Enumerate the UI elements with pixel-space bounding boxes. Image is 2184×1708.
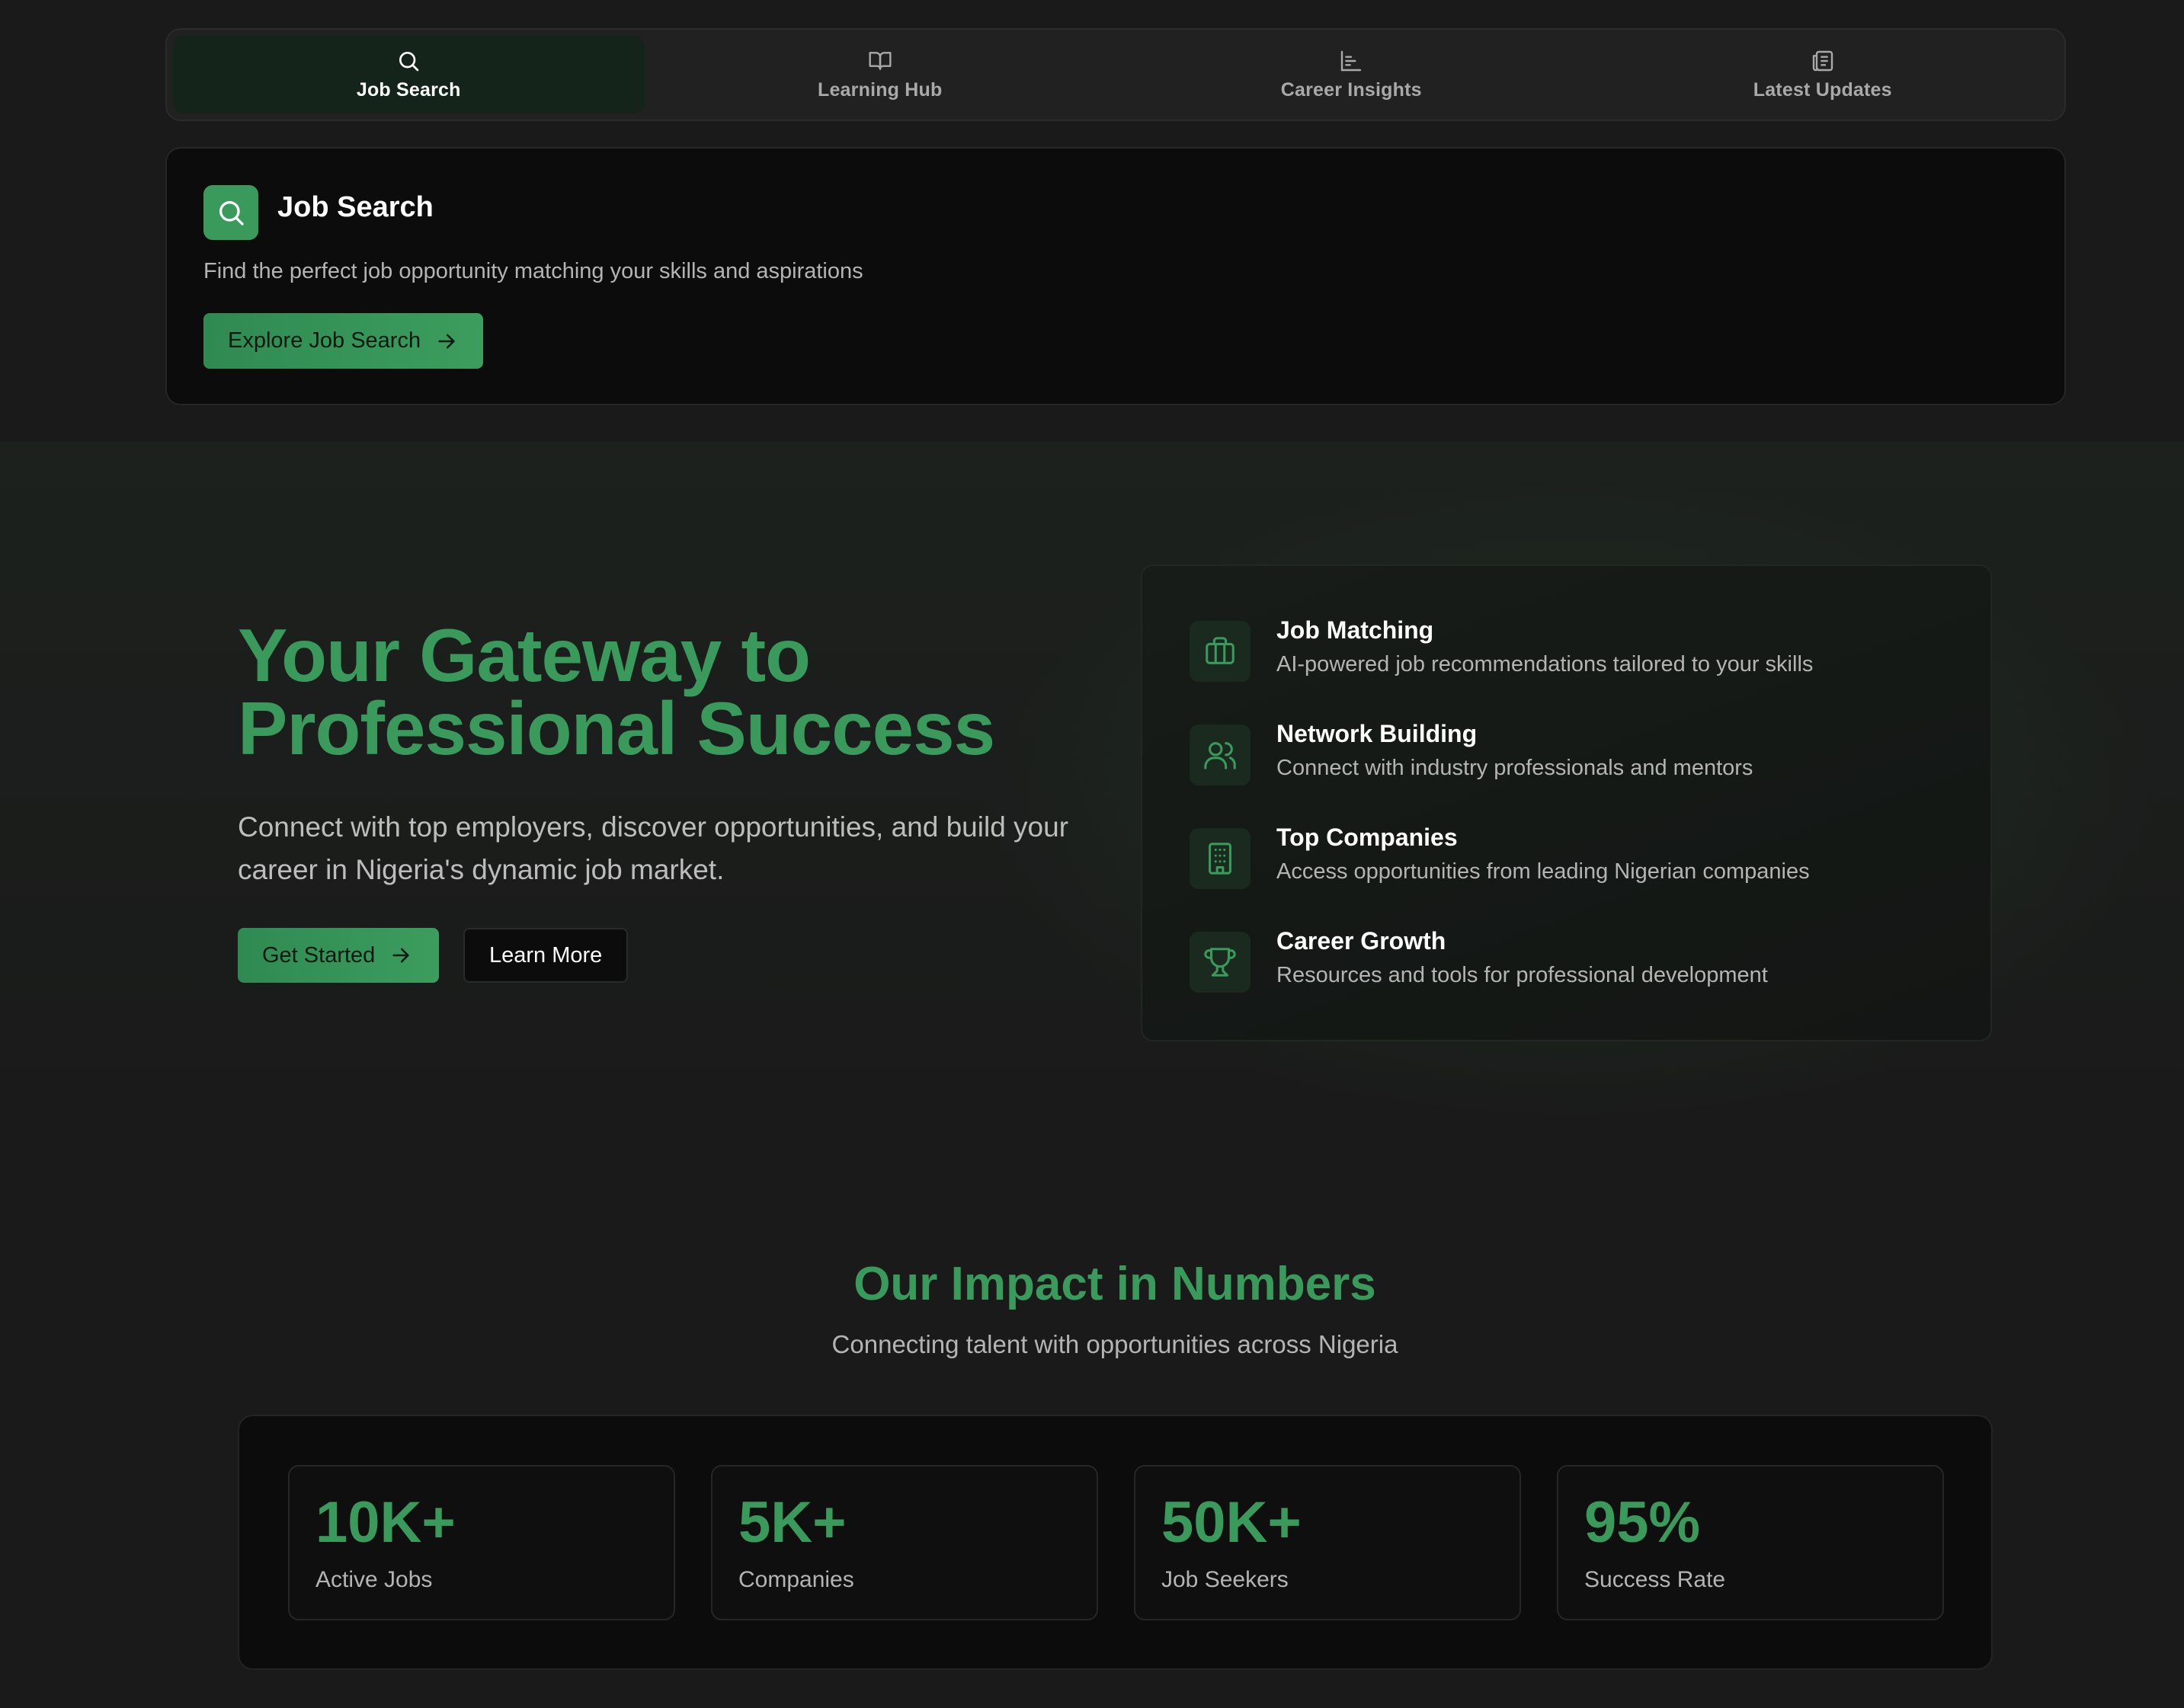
users-icon [1190,724,1251,785]
impact-subtitle: Connecting talent with opportunities acr… [831,1330,1398,1358]
hero-subtitle: Connect with top employers, discover opp… [238,811,1069,885]
feature-title: Network Building [1276,720,1478,747]
stat-card-companies: 5K+ Companies [711,1465,1098,1620]
button-label: Get Started [262,942,376,968]
tab-label: Job Search [356,78,461,101]
stat-label: Job Seekers [1161,1567,1289,1592]
feature-title: Top Companies [1276,824,1458,851]
feature-top-companies: Top Companies Access opportunities from … [1190,824,1952,892]
hero-title-line-2: Professional Success [238,686,995,770]
tab-label: Learning Hub [817,78,943,101]
stat-card-active-jobs: 10K+ Active Jobs [288,1465,675,1620]
arrow-right-icon [392,948,409,963]
bar-chart-icon [1341,50,1362,71]
job-search-panel: Job Search Find the perfect job opportun… [165,147,2066,405]
panel-subtitle: Find the perfect job opportunity matchin… [203,259,863,283]
search-icon [399,51,419,71]
tab-label: Career Insights [1280,78,1422,101]
arrow-right-icon [438,334,455,348]
stat-label: Active Jobs [315,1567,433,1592]
tab-latest-updates[interactable]: Latest Updates [1587,36,2059,114]
tab-learning-hub[interactable]: Learning Hub [645,36,1116,114]
feature-network-building: Network Building Connect with industry p… [1190,720,1952,788]
stat-value: 50K+ [1161,1490,1302,1555]
hero-title: Your Gateway to Professional Success [238,618,1076,766]
briefcase-icon [1190,621,1251,682]
feature-career-growth: Career Growth Resources and tools for pr… [1190,927,1952,996]
impact-title: Our Impact in Numbers [853,1258,1376,1310]
feature-title: Career Growth [1276,927,1446,955]
explore-job-search-button[interactable]: Explore Job Search [203,313,484,369]
stats-container: 10K+ Active Jobs 5K+ Companies 50K+ Job … [238,1415,1993,1670]
stat-label: Companies [738,1567,854,1592]
stat-label: Success Rate [1584,1567,1726,1592]
learn-more-button[interactable]: Learn More [463,928,629,983]
newspaper-icon [1812,50,1833,71]
feature-description: Resources and tools for professional dev… [1276,963,1768,987]
building-icon [1190,828,1251,889]
stat-value: 5K+ [738,1490,847,1555]
tab-label: Latest Updates [1753,78,1892,101]
stat-value: 10K+ [315,1490,456,1555]
hero-title-line-1: Your Gateway to [238,613,811,697]
tab-job-search[interactable]: Job Search [173,36,645,114]
stat-card-success-rate: 95% Success Rate [1557,1465,1944,1620]
feature-description: Access opportunities from leading Nigeri… [1276,859,1810,884]
feature-title: Job Matching [1276,616,1434,644]
trophy-icon [1190,932,1251,993]
button-label: Learn More [489,942,603,968]
search-icon [203,185,258,240]
tab-career-insights[interactable]: Career Insights [1116,36,1587,114]
feature-description: Connect with industry professionals and … [1276,756,1753,780]
features-card: Job Matching AI-powered job recommendati… [1141,565,1992,1041]
book-open-icon [869,51,892,70]
button-label: Explore Job Search [228,328,421,353]
feature-job-matching: Job Matching AI-powered job recommendati… [1190,616,1952,685]
feature-description: AI-powered job recommendations tailored … [1276,652,1814,676]
main-tabs: Job Search Learning Hub Career Insights … [165,28,2066,121]
get-started-button[interactable]: Get Started [238,928,440,983]
stat-card-job-seekers: 50K+ Job Seekers [1134,1465,1521,1620]
panel-title: Job Search [277,191,434,223]
stat-value: 95% [1584,1490,1701,1555]
